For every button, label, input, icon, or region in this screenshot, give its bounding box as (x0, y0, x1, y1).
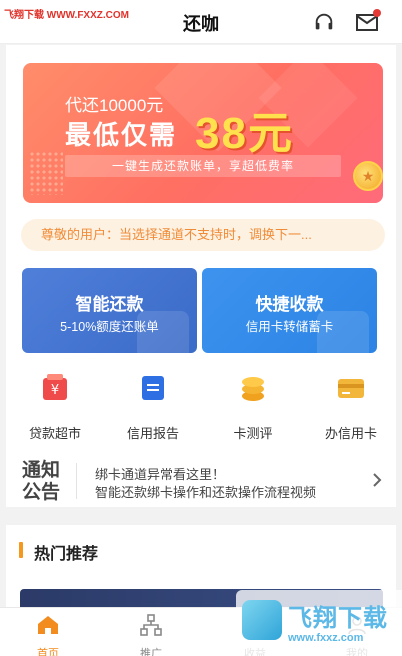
notice-bar[interactable]: 尊敬的用户：当选择通道不支持时，调换下一... (21, 219, 385, 251)
quick-link-label: 办信用卡 (324, 426, 377, 441)
announcement-line1: 绑卡通道异常看这里！ (95, 467, 226, 482)
card-title: 智能还款 (75, 295, 144, 314)
mail-icon[interactable] (355, 9, 381, 33)
quick-link-label: 卡测评 (233, 426, 273, 441)
banner-line2: 最低仅需 (65, 120, 178, 150)
unread-dot (373, 9, 381, 17)
quick-link-label: 贷款超市 (28, 426, 81, 441)
tab-home[interactable]: 首页 (8, 608, 88, 656)
chevron-right-icon (373, 473, 382, 487)
watermark-logo (242, 600, 282, 640)
banner-amount: 38元 (195, 109, 294, 158)
section-title: 热门推荐 (34, 546, 99, 563)
network-icon (140, 614, 162, 636)
quick-collect-card[interactable]: 快捷收款 信用卡转储蓄卡 (202, 268, 377, 353)
announcement-label: 通知公告 (22, 459, 61, 503)
announcement-bar[interactable]: 通知公告 绑卡通道异常看这里！ 智能还款绑卡操作和还款操作流程视频 (6, 455, 396, 507)
svg-text:¥: ¥ (51, 383, 59, 398)
watermark-text: 飞翔下载 (288, 605, 388, 632)
promo-banner[interactable]: 代还10000元 最低仅需 38元 一键生成还款账单，享超低费率 ★ (23, 63, 383, 203)
banner-strip: 一键生成还款账单，享超低费率 (65, 155, 341, 177)
watermark-corner: 飞翔下载 www.fxxz.com (236, 590, 402, 656)
tab-promote[interactable]: 推广 (111, 608, 191, 656)
coin-stack-icon (242, 377, 264, 401)
watermark-url: www.fxxz.com (288, 632, 364, 644)
quick-link-credit-report[interactable]: 信用报告 (113, 372, 193, 442)
headset-icon[interactable] (313, 11, 335, 33)
card-subtitle: 5-10%额度还账单 (60, 320, 159, 334)
banner-line1: 代还10000元 (65, 96, 164, 115)
quick-link-apply-card[interactable]: 办信用卡 (311, 372, 391, 442)
card-title: 快捷收款 (255, 295, 324, 314)
tab-label: 首页 (37, 648, 59, 656)
dots-decoration (29, 151, 63, 195)
coin-icon: ★ (353, 161, 383, 191)
watermark-top: 飞翔下载 WWW.FXXZ.COM (4, 10, 129, 21)
card-subtitle: 信用卡转储蓄卡 (245, 320, 334, 334)
home-icon (38, 616, 58, 634)
quick-link-label: 信用报告 (126, 426, 179, 441)
yen-bag-icon: ¥ (43, 374, 67, 400)
smart-repay-card[interactable]: 智能还款 5-10%额度还账单 (22, 268, 197, 353)
quick-link-loan-market[interactable]: ¥ 贷款超市 (15, 372, 95, 442)
tab-label: 推广 (140, 648, 162, 656)
announcement-line2: 智能还款绑卡操作和还款操作流程视频 (95, 485, 317, 500)
credit-card-icon (338, 379, 364, 398)
quick-link-card-eval[interactable]: 卡测评 (213, 372, 293, 442)
report-icon (142, 376, 164, 400)
